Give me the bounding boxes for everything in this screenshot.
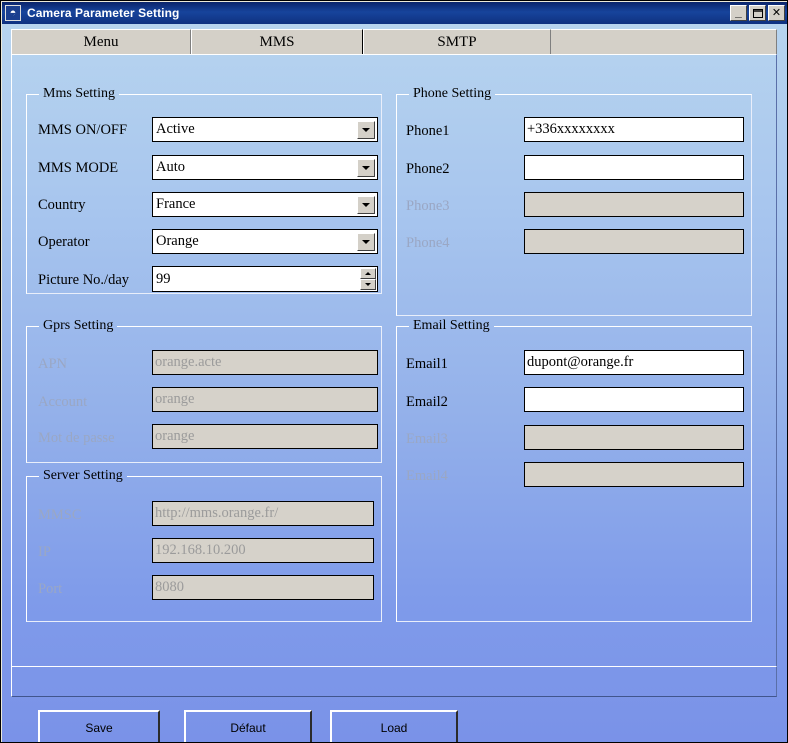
label-picture-no-per-day: Picture No./day [38,272,130,288]
input-apn[interactable]: orange.acte [152,350,378,375]
label-country: Country [38,197,86,213]
tab-strip-filler [551,29,777,55]
spinner-picture-no-per-day[interactable]: 99 [152,266,378,292]
combo-operator-value: Orange [156,233,199,249]
group-email-setting-title: Email Setting [409,318,494,334]
label-port: Port [38,581,63,597]
chevron-down-icon[interactable] [357,232,375,251]
label-operator: Operator [38,234,90,250]
window-title: Camera Parameter Setting [27,6,180,20]
tab-smtp-label: SMTP [437,34,477,50]
label-mot-de-passe: Mot de passe [38,430,115,446]
tab-menu-label: Menu [83,34,119,50]
label-email2: Email2 [406,394,448,410]
label-phone1: Phone1 [406,123,450,139]
label-phone3: Phone3 [406,198,450,214]
spinner-buttons [360,268,376,290]
default-button[interactable]: Défaut [184,710,312,742]
app-icon-glyph: ◓ [9,6,17,19]
load-button-label: Load [380,720,408,735]
tab-mms-label: MMS [259,34,295,50]
close-icon: ✕ [771,6,782,19]
spinner-up-button[interactable] [360,268,376,279]
label-mms-mode: MMS MODE [38,160,119,176]
input-email1[interactable]: dupont@orange.fr [524,350,744,375]
input-email3[interactable] [524,425,744,450]
combo-country-value: France [156,196,196,212]
window-controls: _ ✕ [730,5,785,21]
input-port[interactable]: 8080 [152,575,374,600]
input-email2[interactable] [524,387,744,412]
tab-strip: Menu MMS SMTP [11,29,777,55]
input-mmsc[interactable]: http://mms.orange.fr/ [152,501,374,526]
label-account: Account [38,394,88,410]
input-phone3[interactable] [524,192,744,217]
chevron-down-icon[interactable] [357,195,375,214]
maximize-button[interactable] [749,5,766,21]
label-phone4: Phone4 [406,235,450,251]
combo-operator[interactable]: Orange [152,229,378,254]
spinner-picture-no-per-day-value: 99 [156,270,171,287]
label-mmsc: MMSC [38,507,82,523]
input-email4[interactable] [524,462,744,487]
chevron-down-icon[interactable] [357,120,375,139]
input-phone2[interactable] [524,155,744,180]
combo-mms-onoff-value: Active [156,121,195,137]
tab-smtp[interactable]: SMTP [363,29,551,55]
app-window: ◓ Camera Parameter Setting _ ✕ Menu MMS … [0,0,788,743]
label-email1: Email1 [406,356,448,372]
combo-mms-mode-value: Auto [156,159,185,175]
label-ip: IP [38,544,51,560]
close-button[interactable]: ✕ [768,5,785,21]
group-mms-setting-title: Mms Setting [39,86,119,102]
label-email3: Email3 [406,431,448,447]
minimize-icon: _ [735,5,742,19]
combo-country[interactable]: France [152,192,378,217]
save-button-label: Save [85,720,113,735]
app-icon: ◓ [5,5,21,21]
input-ip[interactable]: 192.168.10.200 [152,538,374,563]
chevron-down-icon[interactable] [357,158,375,177]
input-phone4[interactable] [524,229,744,254]
tab-mms[interactable]: MMS [191,29,363,55]
combo-mms-onoff[interactable]: Active [152,117,378,142]
label-phone2: Phone2 [406,161,450,177]
input-phone1[interactable]: +336xxxxxxxx [524,117,744,142]
load-button[interactable]: Load [330,710,458,742]
tab-menu[interactable]: Menu [11,29,191,55]
combo-mms-mode[interactable]: Auto [152,155,378,180]
save-button[interactable]: Save [38,710,160,742]
group-phone-setting-title: Phone Setting [409,86,496,102]
minimize-button[interactable]: _ [730,5,747,21]
input-mot-de-passe[interactable]: orange [152,424,378,449]
maximize-icon [750,6,765,20]
group-server-setting-title: Server Setting [39,468,127,484]
label-email4: Email4 [406,468,448,484]
input-account[interactable]: orange [152,387,378,412]
label-apn: APN [38,356,68,372]
group-gprs-setting-title: Gprs Setting [39,318,118,334]
client-area: Menu MMS SMTP Mms Setting MMS ON/OFF Act… [2,24,787,742]
spinner-down-button[interactable] [360,279,376,290]
default-button-label: Défaut [230,720,266,735]
label-mms-onoff: MMS ON/OFF [38,122,128,138]
tab-page-footer-strip [11,666,777,697]
title-bar: ◓ Camera Parameter Setting _ ✕ [2,2,787,24]
